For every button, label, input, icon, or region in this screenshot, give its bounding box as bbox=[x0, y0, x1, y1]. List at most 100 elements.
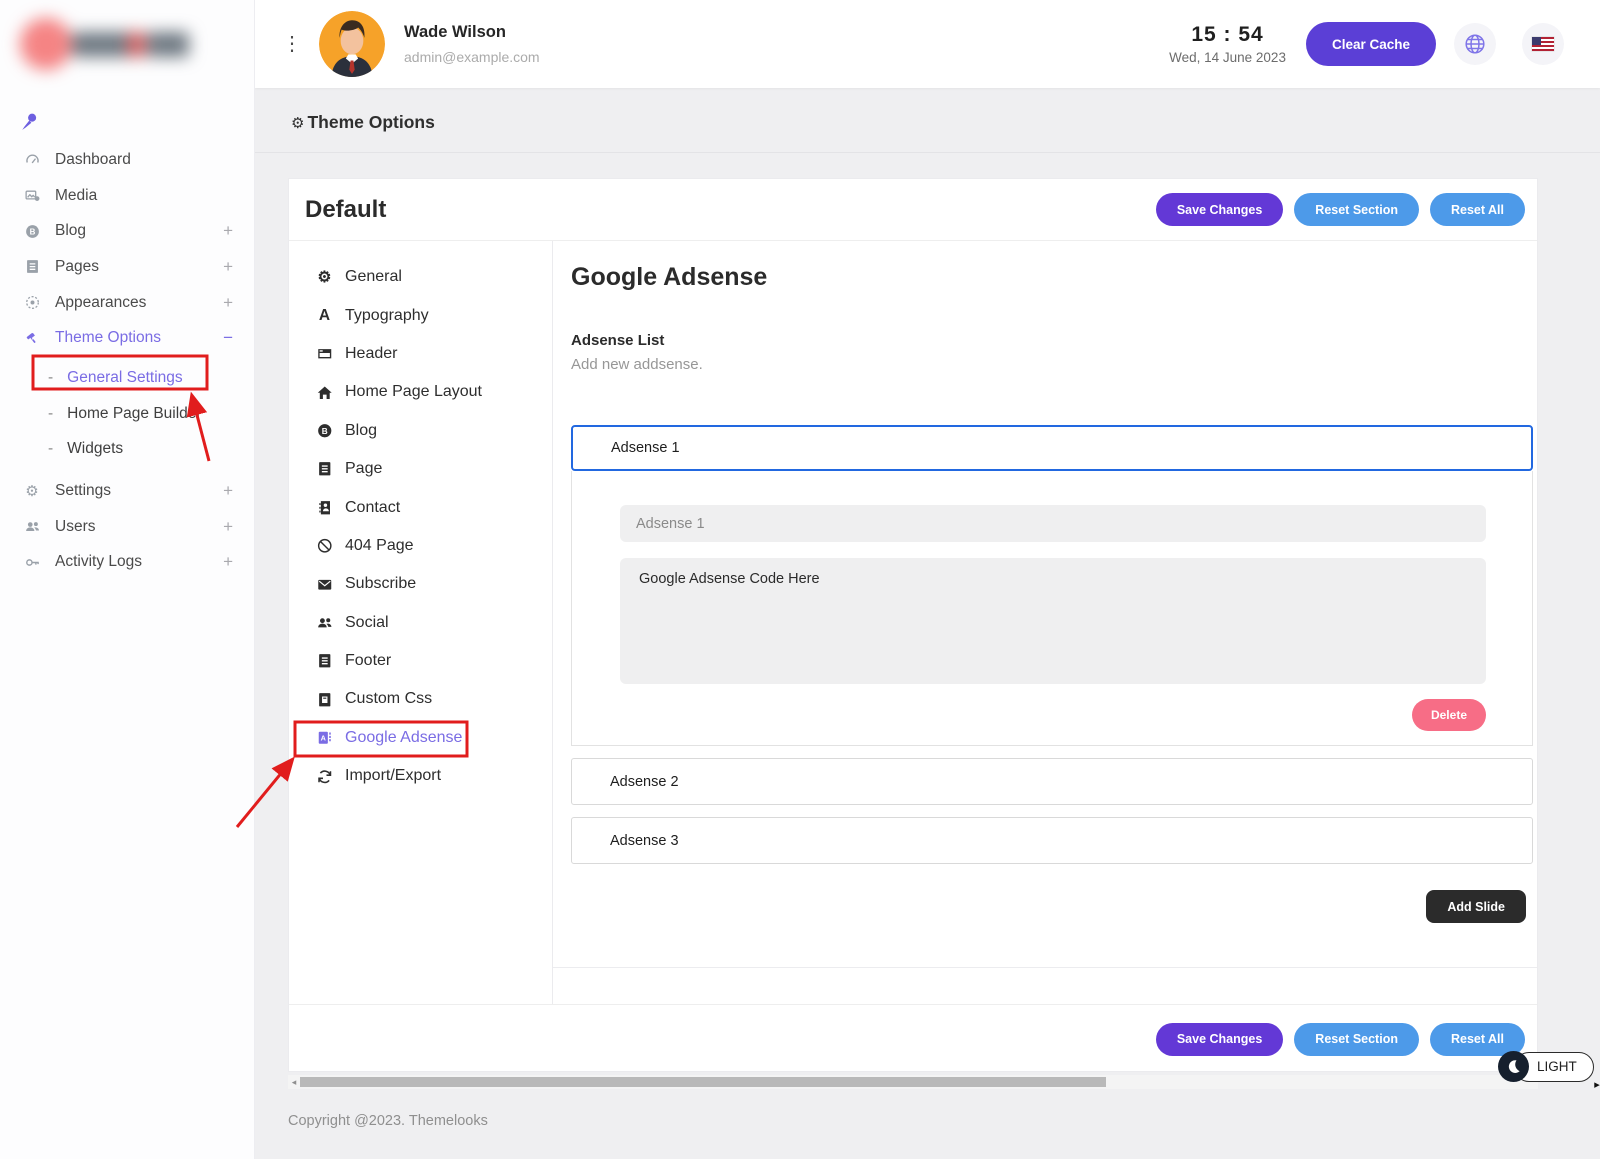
settings-nav-import-export[interactable]: Import/Export bbox=[289, 757, 552, 795]
scroll-left-arrow-icon[interactable]: ◂ bbox=[288, 1077, 300, 1088]
settings-nav-general[interactable]: ⚙ General bbox=[289, 258, 552, 296]
settings-nav-contact[interactable]: Contact bbox=[289, 488, 552, 526]
expand-plus-icon[interactable]: + bbox=[223, 552, 233, 572]
save-changes-button[interactable]: Save Changes bbox=[1156, 193, 1283, 226]
globe-icon bbox=[1464, 33, 1486, 55]
sync-icon bbox=[315, 769, 334, 785]
settings-nav-social[interactable]: Social bbox=[289, 604, 552, 642]
css-document-icon bbox=[315, 692, 334, 708]
blogger-icon: B bbox=[315, 423, 334, 439]
sidebar-item-appearances[interactable]: Appearances + bbox=[0, 285, 254, 321]
settings-nav-footer[interactable]: Footer bbox=[289, 642, 552, 680]
accordion-header-adsense-2[interactable]: Adsense 2 bbox=[571, 758, 1533, 805]
sidebar-item-blog[interactable]: B Blog + bbox=[0, 213, 254, 249]
settings-nav-label: Page bbox=[345, 460, 382, 478]
sidebar-item-settings[interactable]: ⚙ Settings + bbox=[0, 473, 254, 509]
appearances-icon bbox=[22, 295, 42, 310]
scrollbar-thumb[interactable] bbox=[300, 1077, 1106, 1087]
paint-roller-icon bbox=[22, 331, 42, 346]
settings-nav-blog[interactable]: B Blog bbox=[289, 412, 552, 450]
reset-section-button-bottom[interactable]: Reset Section bbox=[1294, 1023, 1419, 1056]
accordion-header-adsense-1[interactable]: Adsense 1 bbox=[571, 425, 1533, 471]
blogger-icon: B bbox=[22, 224, 42, 239]
horizontal-scrollbar[interactable]: ◂ bbox=[288, 1075, 1538, 1089]
user-info: Wade Wilson admin@example.com bbox=[404, 23, 540, 65]
sidebar-item-theme-options[interactable]: Theme Options − bbox=[0, 320, 254, 356]
sidebar-item-label: Activity Logs bbox=[55, 553, 142, 571]
sidebar-item-activity-logs[interactable]: Activity Logs + bbox=[0, 545, 254, 581]
settings-nav-header[interactable]: Header bbox=[289, 335, 552, 373]
sidebar-item-label: Media bbox=[55, 187, 97, 205]
sidebar-item-label: Theme Options bbox=[55, 329, 161, 347]
google-adsense-section: Google Adsense Adsense List Add new adds… bbox=[553, 241, 1537, 968]
panel-header: Default Save Changes Reset Section Reset… bbox=[289, 179, 1537, 241]
collapse-minus-icon[interactable]: − bbox=[223, 328, 233, 348]
add-slide-button[interactable]: Add Slide bbox=[1426, 890, 1526, 923]
vertical-dots-menu-icon[interactable]: ⋮ bbox=[282, 34, 302, 54]
sidebar-item-media[interactable]: Media bbox=[0, 178, 254, 214]
breadcrumb-label: Theme Options bbox=[307, 112, 434, 133]
clock-date: Wed, 14 June 2023 bbox=[1169, 50, 1286, 65]
breadcrumb: ⚙ Theme Options bbox=[291, 112, 435, 133]
sidebar: Dashboard Media B Blog + Pages + Appeara… bbox=[0, 0, 255, 1159]
settings-nav-404-page[interactable]: 404 Page bbox=[289, 527, 552, 565]
accordion-panel-adsense-1: Google Adsense Code Here Delete bbox=[571, 471, 1533, 746]
moon-icon[interactable] bbox=[1498, 1051, 1529, 1082]
gear-icon: ⚙ bbox=[315, 268, 334, 287]
expand-plus-icon[interactable]: + bbox=[223, 481, 233, 501]
adsense-list-hint: Add new addsense. bbox=[571, 356, 1533, 373]
settings-nav-label: Typography bbox=[345, 307, 429, 325]
document-icon bbox=[22, 259, 42, 274]
submenu-item-widgets[interactable]: - Widgets bbox=[0, 432, 254, 468]
submenu-item-label: Widgets bbox=[67, 440, 123, 458]
expand-plus-icon[interactable]: + bbox=[223, 517, 233, 537]
theme-options-panel: Default Save Changes Reset Section Reset… bbox=[288, 178, 1538, 1072]
avatar[interactable] bbox=[319, 11, 385, 77]
settings-nav-typography[interactable]: A Typography bbox=[289, 296, 552, 334]
home-icon bbox=[315, 385, 334, 401]
adsense-name-input[interactable] bbox=[620, 505, 1486, 542]
topbar: ⋮ Wade Wilson admin@example.com 15 : 54 … bbox=[255, 0, 1600, 88]
language-button[interactable] bbox=[1454, 23, 1496, 65]
app-logo[interactable] bbox=[8, 10, 203, 78]
submenu-item-general-settings[interactable]: - General Settings bbox=[0, 360, 254, 396]
clear-cache-button[interactable]: Clear Cache bbox=[1306, 22, 1436, 66]
settings-nav-label: Subscribe bbox=[345, 575, 416, 593]
panel-title: Default bbox=[305, 196, 386, 224]
save-changes-button-bottom[interactable]: Save Changes bbox=[1156, 1023, 1283, 1056]
sidebar-item-dashboard[interactable]: Dashboard bbox=[0, 142, 254, 178]
settings-nav-label: Social bbox=[345, 614, 389, 632]
settings-nav-label: 404 Page bbox=[345, 537, 414, 555]
copyright-text: Copyright @2023. Themelooks bbox=[288, 1113, 488, 1129]
delete-button[interactable]: Delete bbox=[1412, 699, 1486, 731]
locale-flag-button[interactable] bbox=[1522, 23, 1564, 65]
adsense-code-textarea[interactable]: Google Adsense Code Here bbox=[620, 558, 1486, 684]
sidebar-item-label: Settings bbox=[55, 482, 111, 500]
sidebar-item-users[interactable]: Users + bbox=[0, 509, 254, 545]
expand-plus-icon[interactable]: + bbox=[223, 293, 233, 313]
expand-plus-icon[interactable]: + bbox=[223, 221, 233, 241]
settings-nav-home-page-layout[interactable]: Home Page Layout bbox=[289, 373, 552, 411]
settings-nav-page[interactable]: Page bbox=[289, 450, 552, 488]
accordion-header-adsense-3[interactable]: Adsense 3 bbox=[571, 817, 1533, 864]
cursor-icon: ▸ bbox=[1594, 1078, 1600, 1091]
submenu-bullet: - bbox=[48, 440, 53, 458]
expand-plus-icon[interactable]: + bbox=[223, 257, 233, 277]
theme-mode-toggle[interactable]: LIGHT ▸ bbox=[1498, 1051, 1594, 1082]
sidebar-nav: Dashboard Media B Blog + Pages + Appeara… bbox=[0, 142, 254, 580]
submenu-bullet: - bbox=[48, 369, 53, 387]
sidebar-item-pages[interactable]: Pages + bbox=[0, 249, 254, 285]
settings-nav-custom-css[interactable]: Custom Css bbox=[289, 680, 552, 718]
pushpin-icon[interactable] bbox=[20, 112, 39, 131]
reset-all-button[interactable]: Reset All bbox=[1430, 193, 1525, 226]
us-flag-icon bbox=[1532, 37, 1554, 51]
breadcrumb-divider bbox=[255, 152, 1600, 153]
settings-nav-label: Custom Css bbox=[345, 690, 432, 708]
settings-nav-label: Contact bbox=[345, 499, 400, 517]
settings-nav-subscribe[interactable]: Subscribe bbox=[289, 565, 552, 603]
reset-section-button[interactable]: Reset Section bbox=[1294, 193, 1419, 226]
settings-nav-google-adsense[interactable]: A Google Adsense bbox=[289, 719, 552, 757]
submenu-item-home-page-builder[interactable]: - Home Page Builder bbox=[0, 396, 254, 432]
users-icon bbox=[22, 519, 42, 534]
theme-options-submenu: - General Settings - Home Page Builder -… bbox=[0, 360, 254, 467]
